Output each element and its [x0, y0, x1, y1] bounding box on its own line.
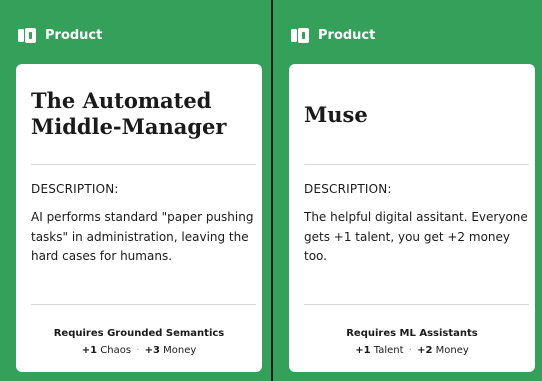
card-divider [31, 164, 256, 165]
product-panel-1[interactable]: Product The Automated Middle-Manager DES… [0, 0, 271, 381]
card-divider [31, 304, 256, 305]
effect-amount: +1 [355, 345, 371, 356]
effect-label: Money [435, 345, 469, 356]
product-card[interactable]: The Automated Middle-Manager DESCRIPTION… [16, 64, 262, 372]
effect-amount: +2 [417, 345, 433, 356]
effect-label: Talent [373, 345, 404, 356]
effect-amount: +1 [81, 345, 98, 356]
description-heading: DESCRIPTION: [31, 182, 119, 196]
card-board: Product The Automated Middle-Manager DES… [0, 0, 542, 381]
panel-header: Product [18, 28, 102, 43]
effect-separator: · [136, 345, 140, 356]
panel-header-label: Product [45, 28, 103, 43]
card-divider [304, 164, 529, 165]
effect-label: Chaos [100, 345, 132, 356]
description-text: The helpful digital assitant. Everyone g… [304, 210, 528, 263]
card-divider [304, 304, 529, 305]
product-icon [18, 28, 36, 43]
effects-line: +1 Chaos · +3 Money [16, 345, 262, 356]
requirement-text: Requires ML Assistants [346, 328, 478, 339]
requirement-text: Requires Grounded Semantics [53, 328, 225, 339]
panel-header-label: Product [318, 28, 376, 43]
product-icon [291, 28, 309, 43]
effect-separator: · [408, 345, 412, 356]
description-text: AI performs standard "paper pushing task… [31, 210, 254, 263]
product-card[interactable]: Muse DESCRIPTION: The helpful digital as… [289, 64, 535, 372]
effects-line: +1 Talent · +2 Money [289, 345, 535, 356]
card-title: The Automated Middle-Manager [31, 88, 227, 139]
description-heading: DESCRIPTION: [304, 182, 392, 196]
product-panel-2[interactable]: Product Muse DESCRIPTION: The helpful di… [273, 0, 542, 381]
card-title: Muse [304, 102, 368, 127]
effect-label: Money [163, 345, 197, 356]
effect-amount: +3 [144, 345, 160, 356]
panel-header: Product [291, 28, 375, 43]
